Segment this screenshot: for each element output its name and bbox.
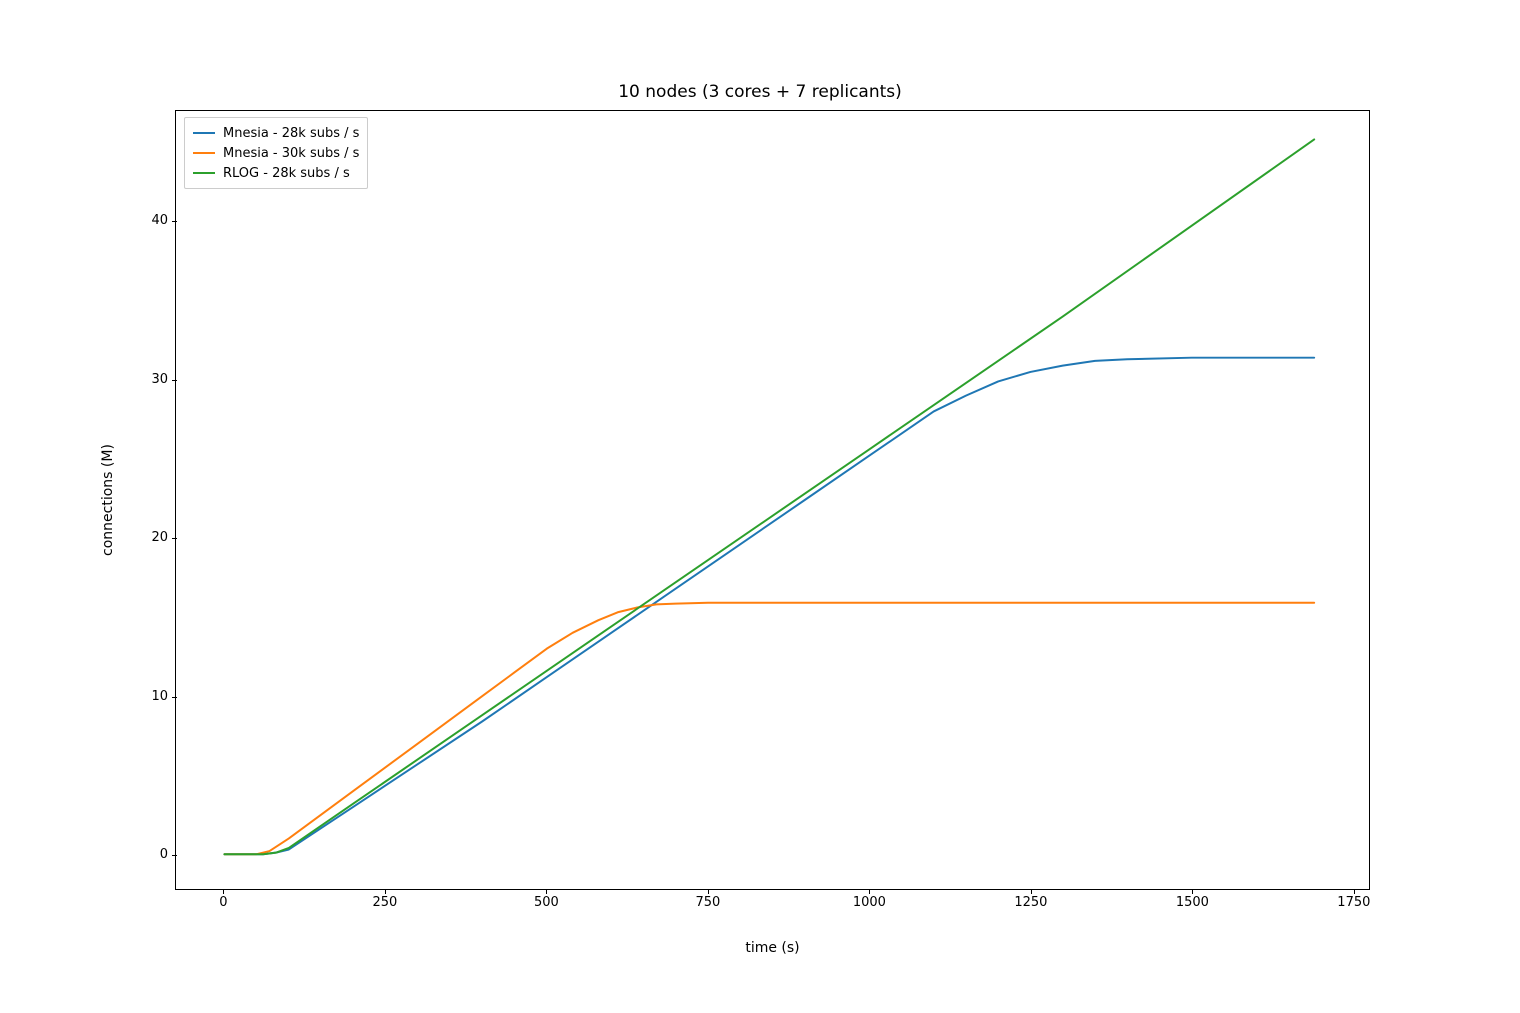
chart-figure: 10 nodes (3 cores + 7 replicants) 0 250 … xyxy=(0,0,1520,1013)
x-tick-label: 500 xyxy=(516,895,576,910)
y-tick-label: 30 xyxy=(128,372,168,387)
legend-label: Mnesia - 30k subs / s xyxy=(223,146,359,161)
legend: Mnesia - 28k subs / s Mnesia - 30k subs … xyxy=(184,117,368,189)
x-tick-label: 1750 xyxy=(1324,895,1384,910)
x-tick-label: 1000 xyxy=(839,895,899,910)
legend-item: RLOG - 28k subs / s xyxy=(193,163,359,183)
x-tick-label: 0 xyxy=(193,895,253,910)
x-tick-label: 1250 xyxy=(1001,895,1061,910)
y-axis-label: connections (M) xyxy=(100,110,120,890)
legend-label: Mnesia - 28k subs / s xyxy=(223,126,359,141)
legend-item: Mnesia - 28k subs / s xyxy=(193,123,359,143)
chart-lines xyxy=(176,111,1369,889)
y-tick-label: 40 xyxy=(128,213,168,228)
legend-item: Mnesia - 30k subs / s xyxy=(193,143,359,163)
y-tick-label: 20 xyxy=(128,530,168,545)
y-tick-label: 10 xyxy=(128,689,168,704)
y-tick-label: 0 xyxy=(128,847,168,862)
x-tick-label: 250 xyxy=(355,895,415,910)
legend-label: RLOG - 28k subs / s xyxy=(223,166,350,181)
legend-swatch xyxy=(193,172,215,174)
x-tick-label: 750 xyxy=(678,895,738,910)
chart-title: 10 nodes (3 cores + 7 replicants) xyxy=(0,82,1520,102)
plot-area xyxy=(175,110,1370,890)
legend-swatch xyxy=(193,152,215,154)
x-axis-label: time (s) xyxy=(175,940,1370,956)
legend-swatch xyxy=(193,132,215,134)
x-tick-label: 1500 xyxy=(1162,895,1222,910)
